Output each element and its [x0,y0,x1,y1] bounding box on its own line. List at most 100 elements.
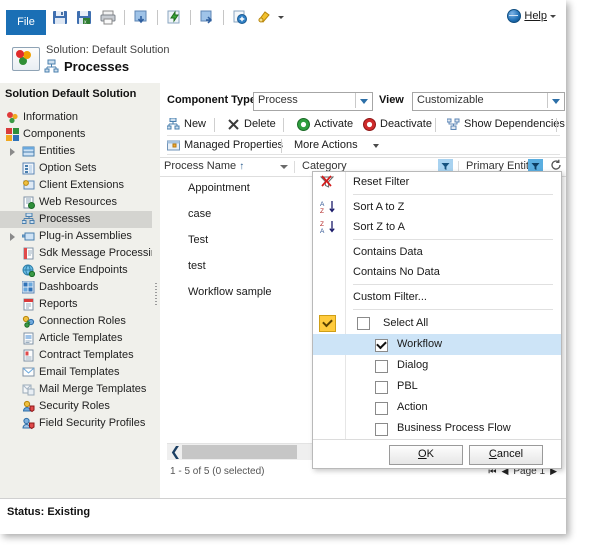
svg-text:Z: Z [320,221,324,228]
filter-option-checkbox[interactable] [375,402,388,415]
filter-menu-item-contains-data[interactable]: Contains Data [313,242,561,262]
process-name-menu-caret-icon[interactable] [280,165,288,169]
sidebar-item-security-roles[interactable]: Security Roles [0,398,152,415]
managed-properties-label: Managed Properties [184,137,283,154]
filter-menu-item-sort-a-to-z[interactable]: AZSort A to Z [313,197,561,217]
sidebar-item-reports[interactable]: Reports [0,296,152,313]
filter-menu-item-contains-no-data[interactable]: Contains No Data [313,262,561,282]
sort-za-icon: ZA [320,220,336,234]
filter-option-action[interactable]: Action [313,397,561,418]
sidebar-item-information[interactable]: Information [0,109,152,126]
filter-option-pbl[interactable]: PBL [313,376,561,397]
file-tab[interactable]: File [6,10,46,35]
help-link[interactable]: Help [507,9,556,23]
save-as-icon[interactable]: x [75,8,93,26]
expander-icon[interactable] [10,148,15,156]
field-security-profiles-icon [22,417,35,430]
chevron-down-icon[interactable] [547,93,564,108]
menu-divider [353,194,553,195]
information-icon [6,111,19,124]
command-separator [556,118,557,132]
sidebar-item-mail-merge-templates[interactable]: Mail Merge Templates [0,381,152,398]
import-icon[interactable] [165,8,183,26]
more-actions-label: More Actions [294,137,358,154]
export-icon[interactable] [132,8,150,26]
column-divider [294,161,295,173]
help-globe-icon [507,9,521,23]
sidebar-item-web-resources[interactable]: Web Resources [0,194,152,211]
dashboards-icon [22,281,35,294]
filter-option-checkbox[interactable] [375,360,388,373]
top-toolbar: File x [0,0,566,36]
toolbar-separator [190,10,191,25]
filter-row: Component Type Process View Customizable [167,92,558,110]
sidebar-item-email-templates[interactable]: Email Templates [0,364,152,381]
sidebar-item-label: Mail Merge Templates [39,381,146,398]
sidebar-item-label: Security Roles [39,398,110,415]
sidebar-item-article-templates[interactable]: Article Templates [0,330,152,347]
status-bar: Status: Existing [0,498,566,534]
filter-menu-item-sort-z-to-a[interactable]: ZASort Z to A [313,217,561,237]
filter-option-business-process-flow[interactable]: Business Process Flow [313,418,561,439]
filter-menu-item-label: Reset Filter [353,176,409,188]
pane-splitter[interactable] [152,83,160,498]
column-header-process-name[interactable]: Process Name ↑ [164,160,244,172]
plugin-assemblies-icon [22,230,35,243]
add-icon[interactable] [231,8,249,26]
filter-option-checkbox[interactable] [375,339,388,352]
sidebar-item-option-sets[interactable]: Option Sets [0,160,152,177]
view-select[interactable]: Customizable [412,92,565,111]
chevron-down-icon[interactable] [355,93,372,108]
expander-icon[interactable] [10,233,15,241]
show-dependencies-label: Show Dependencies [464,116,565,133]
help-caret-icon[interactable] [550,15,556,18]
sidebar-item-dashboards[interactable]: Dashboards [0,279,152,296]
reports-icon [22,298,35,311]
chevron-left-icon[interactable]: ❮ [170,444,181,459]
sidebar-item-field-security-profiles[interactable]: Field Security Profiles [0,415,152,432]
help-label: Help [524,10,547,22]
filter-menu-item-custom-filter[interactable]: Custom Filter... [313,287,561,307]
publish-icon[interactable] [198,8,216,26]
sidebar-item-components[interactable]: Components [0,126,152,143]
sidebar-item-plug-in-assemblies[interactable]: Plug-in Assemblies [0,228,152,245]
svg-text:A: A [320,201,325,208]
save-icon[interactable] [51,8,69,26]
ok-button[interactable]: OK [389,445,463,465]
actions-icon[interactable] [255,8,273,26]
select-all-row[interactable]: Select All [313,312,561,334]
sidebar-item-connection-roles[interactable]: Connection Roles [0,313,152,330]
filter-option-workflow[interactable]: Workflow [313,334,561,355]
components-icon [6,128,19,141]
print-icon[interactable] [99,8,117,26]
menu-divider [353,309,553,310]
scrollbar-thumb[interactable] [182,445,297,459]
processes-icon [22,213,35,226]
sidebar-item-sdk-message-processing-s[interactable]: Sdk Message Processing S... [0,245,152,262]
sidebar-item-label: Information [23,109,78,126]
filter-option-checkbox[interactable] [375,423,388,436]
sidebar-item-contract-templates[interactable]: Contract Templates [0,347,152,364]
record-count-label: 1 - 5 of 5 (0 selected) [170,466,265,477]
sidebar-item-service-endpoints[interactable]: Service Endpoints [0,262,152,279]
filter-option-label: Dialog [397,355,428,376]
filter-option-dialog[interactable]: Dialog [313,355,561,376]
toolbar-separator [223,10,224,25]
managed-properties-icon [167,139,180,152]
sidebar-item-client-extensions[interactable]: Client Extensions [0,177,152,194]
sidebar-item-label: Dashboards [39,279,98,296]
component-type-select[interactable]: Process [253,92,373,111]
email-templates-icon [22,366,35,379]
more-actions-caret-icon[interactable] [373,144,379,148]
sidebar-item-entities[interactable]: Entities [0,143,152,160]
filter-option-checkbox[interactable] [375,381,388,394]
cancel-button[interactable]: Cancel [469,445,543,465]
sidebar-item-processes[interactable]: Processes [0,211,152,228]
sidebar-tree: InformationComponentsEntitiesOption Sets… [0,109,152,432]
filter-funnel-icon [531,162,540,171]
select-all-checkbox[interactable] [357,317,370,330]
filter-menu-item-reset-filter[interactable]: Reset Filter [313,172,561,192]
view-label: View [379,94,404,106]
solution-icon [12,47,40,71]
actions-caret-icon[interactable] [278,16,284,19]
